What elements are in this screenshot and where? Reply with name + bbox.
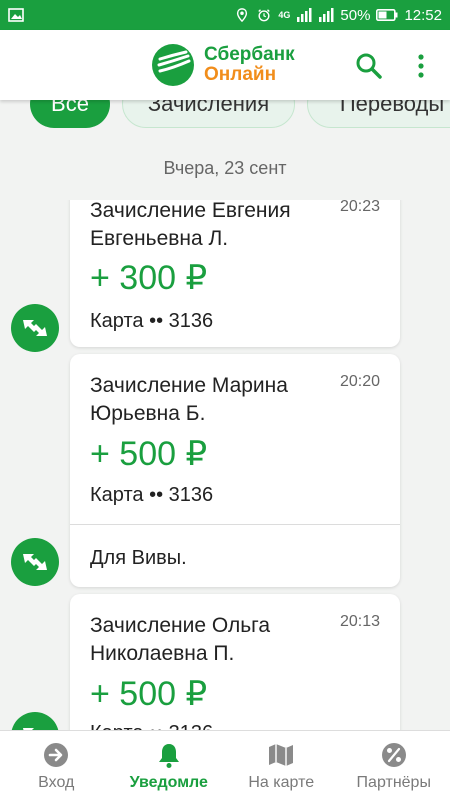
filter-chip-transfers[interactable]: Переводы xyxy=(307,100,450,128)
notification-account: Карта •• 3136 xyxy=(90,484,214,506)
notification-card[interactable]: Зачисление Евгения Евгеньевна Л. 20:23 +… xyxy=(70,200,400,347)
nav-label: Вход xyxy=(38,774,75,791)
notification-title: Зачисление Марина Юрьевна Б. xyxy=(90,374,288,425)
bell-icon xyxy=(158,744,179,768)
percent-icon xyxy=(381,743,406,767)
nav-item-map[interactable]: На карте xyxy=(225,731,338,800)
sberbank-logo: Сбербанк Онлайн xyxy=(150,42,295,88)
notification-title: Зачисление Ольга Николаевна П. xyxy=(90,614,271,665)
notification-message: Для Вивы. xyxy=(90,547,187,569)
status-bar: 4G 50% 12:52 xyxy=(0,0,450,30)
clock: 12:52 xyxy=(404,6,442,24)
alarm-icon xyxy=(258,9,271,22)
logo-line-2: Онлайн xyxy=(204,64,277,85)
notification-account: Карта •• 3136 xyxy=(90,310,214,332)
income-badge xyxy=(11,538,59,586)
sberbank-logo-mark-icon xyxy=(152,44,194,86)
filter-chip-income[interactable]: Зачисления xyxy=(122,100,295,128)
card-divider xyxy=(70,524,400,525)
battery-icon xyxy=(376,9,398,21)
notification-feed[interactable]: Зачисление Евгения Евгеньевна Л. 20:23 +… xyxy=(0,200,450,730)
incoming-transfer-icon xyxy=(23,320,47,336)
notification-account: Карта •• 3136 xyxy=(90,722,213,730)
notification-time: 20:20 xyxy=(339,373,380,390)
notification-amount: + 500 ₽ xyxy=(90,675,208,713)
income-badge xyxy=(11,712,59,730)
notification-amount: + 500 ₽ xyxy=(90,435,208,473)
filter-chip-all[interactable]: Все xyxy=(30,100,110,128)
nav-item-notifications[interactable]: Уведомле xyxy=(113,731,226,800)
notification-card[interactable]: Зачисление Ольга Николаевна П. 20:13 + 5… xyxy=(70,594,400,730)
notification-time: 20:13 xyxy=(339,613,380,630)
filter-chips: Все Зачисления Переводы xyxy=(0,100,450,136)
more-menu-icon[interactable] xyxy=(414,52,428,80)
network-type-label: 4G xyxy=(278,10,291,20)
map-icon xyxy=(269,744,294,766)
notification-card[interactable]: Зачисление Марина Юрьевна Б. 20:20 + 500… xyxy=(70,354,400,587)
signal-2-icon xyxy=(319,8,334,22)
notification-amount: + 300 ₽ xyxy=(90,259,208,297)
income-badge xyxy=(11,304,59,352)
signal-icon xyxy=(297,8,312,22)
logo-line-1: Сбербанк xyxy=(204,44,295,65)
location-icon xyxy=(237,8,248,22)
app-header: Сбербанк Онлайн xyxy=(0,30,450,100)
nav-label: Партнёры xyxy=(356,774,431,791)
notification-time: 20:23 xyxy=(339,200,380,215)
search-icon[interactable] xyxy=(355,52,383,80)
date-separator: Вчера, 23 сент xyxy=(163,158,287,178)
nav-item-partners[interactable]: Партнёры xyxy=(338,731,450,800)
login-icon xyxy=(44,743,69,767)
notification-title: Зачисление Евгения Евгеньевна Л. xyxy=(90,200,291,250)
nav-item-login[interactable]: Вход xyxy=(0,731,113,800)
bottom-navigation: Вход Уведомле На карте Партнёры xyxy=(0,730,450,800)
nav-label: На карте xyxy=(248,774,315,791)
incoming-transfer-icon xyxy=(23,554,47,570)
gallery-notification-icon xyxy=(8,8,24,22)
nav-label: Уведомле xyxy=(129,774,208,791)
battery-percent: 50% xyxy=(340,6,371,24)
